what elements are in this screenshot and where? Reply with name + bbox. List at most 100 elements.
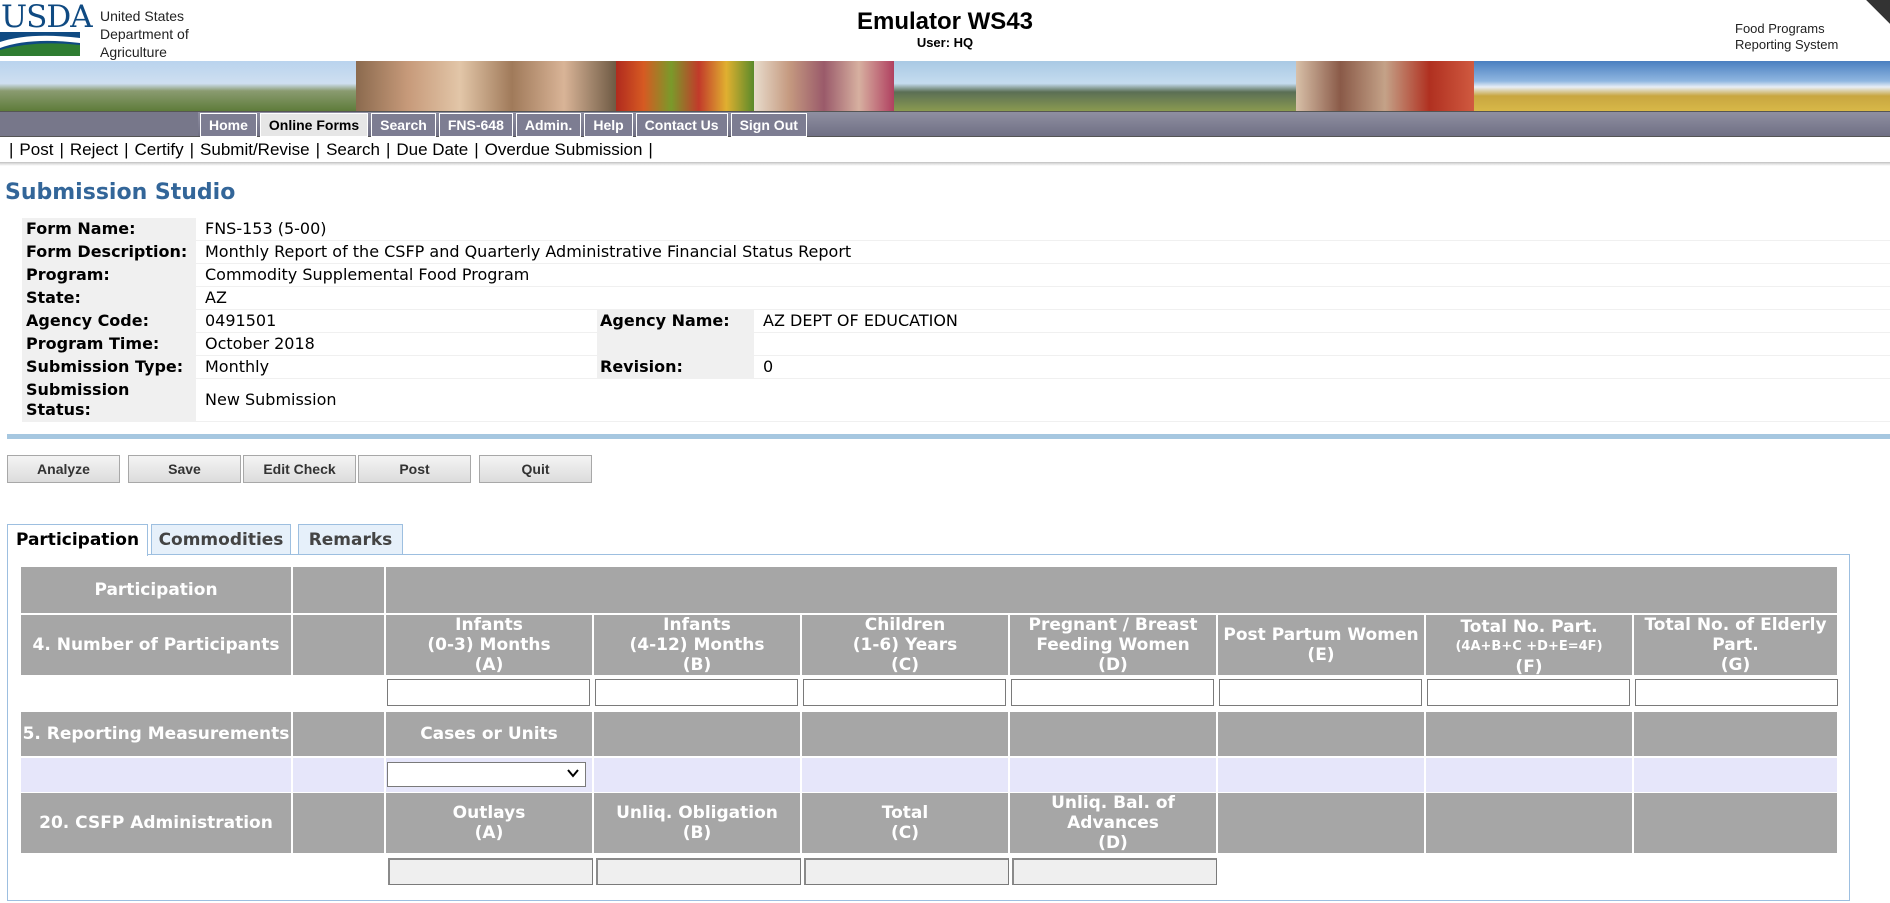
admin-header-row: 20. CSFP Administration Outlays (A) Unli… — [21, 793, 1837, 853]
nav-home[interactable]: Home — [200, 113, 257, 137]
link-submit-revise[interactable]: Submit/Revise — [200, 140, 310, 159]
nav-sign-out[interactable]: Sign Out — [730, 113, 807, 137]
col-heading-line: (B) — [682, 823, 712, 843]
analyze-button[interactable]: Analyze — [7, 455, 120, 483]
edit-check-button[interactable]: Edit Check — [243, 455, 356, 483]
total-participants-input[interactable] — [1427, 679, 1630, 706]
nav-contact-us[interactable]: Contact Us — [635, 113, 728, 137]
save-button[interactable]: Save — [128, 455, 241, 483]
revision-value: 0 — [763, 357, 774, 376]
empty-cell — [293, 758, 386, 792]
participants-input-row — [21, 675, 1838, 711]
post-button[interactable]: Post — [358, 455, 471, 483]
nav-help[interactable]: Help — [584, 113, 633, 137]
banner-people-image — [754, 61, 894, 111]
pregnant-breastfeeding-input[interactable] — [1011, 679, 1214, 706]
tab-remarks[interactable]: Remarks — [298, 524, 403, 555]
link-due-date[interactable]: Due Date — [396, 140, 468, 159]
unliq-bal-advances-field[interactable] — [1012, 858, 1217, 885]
empty-cell — [1010, 758, 1218, 792]
submission-type-value: Monthly — [205, 357, 270, 376]
main-nav: Home Online Forms Search FNS-648 Admin. … — [0, 111, 1890, 137]
separator: | — [474, 140, 479, 159]
empty-cell — [1426, 793, 1634, 853]
empty-cell — [594, 758, 802, 792]
children-input[interactable] — [803, 679, 1006, 706]
col-heading-line: (C) — [890, 655, 919, 675]
unliq-obligation-field[interactable] — [596, 858, 801, 885]
col-heading-line: (0-3) Months — [427, 635, 551, 655]
empty-cell — [21, 758, 293, 792]
form-info: Form Name: FNS-153 (5-00) Form Descripti… — [22, 218, 1890, 422]
col-post-partum: Post Partum Women (E) — [1218, 615, 1426, 675]
empty-cell — [293, 712, 386, 756]
form-description-label: Form Description: — [22, 241, 196, 263]
info-row-agency: Agency Code: 0491501 Agency Name: AZ DEP… — [22, 310, 1890, 333]
separator: | — [385, 140, 391, 159]
empty-cell — [1426, 758, 1634, 792]
banner-mountain-image — [894, 61, 1296, 111]
agency-code-label: Agency Code: — [22, 310, 196, 332]
system-name: Food Programs Reporting System — [1735, 21, 1838, 53]
agency-name-label: Agency Name: — [597, 310, 754, 332]
total-elderly-input[interactable] — [1635, 679, 1838, 706]
nav-online-forms[interactable]: Online Forms — [259, 113, 369, 137]
cases-or-units-select[interactable] — [387, 762, 586, 787]
link-overdue-submission[interactable]: Overdue Submission — [485, 140, 643, 159]
col-heading-line: Children — [864, 615, 946, 635]
reporting-label: 5. Reporting Measurements — [21, 712, 293, 756]
admin-input-row — [21, 853, 1837, 887]
col-heading-line: Infants — [455, 615, 523, 635]
submission-status-label: Submission Status: — [22, 379, 196, 421]
col-unliq-bal-advances: Unliq. Bal. of Advances (D) — [1010, 793, 1218, 853]
infants-0-3-input[interactable] — [387, 679, 590, 706]
col-heading-line: Advances — [1067, 813, 1159, 833]
form-name-value: FNS-153 (5-00) — [205, 219, 327, 238]
post-partum-input[interactable] — [1219, 679, 1422, 706]
col-heading-line: (A) — [474, 655, 504, 675]
banner-vegetables-image — [616, 61, 754, 111]
col-heading-line: Pregnant / Breast — [1028, 615, 1198, 635]
program-time-label: Program Time: — [22, 333, 196, 355]
nav-admin[interactable]: Admin. — [515, 113, 582, 137]
submission-status-value: New Submission — [205, 390, 337, 409]
info-row-program: Program: Commodity Supplemental Food Pro… — [22, 264, 1890, 287]
nav-search[interactable]: Search — [371, 113, 436, 137]
col-heading-line: (G) — [1720, 655, 1751, 675]
col-heading-line: (B) — [682, 655, 712, 675]
col-outlays: Outlays (A) — [386, 793, 594, 853]
outlays-field[interactable] — [388, 858, 593, 885]
separator: | — [9, 140, 14, 159]
col-heading-line: (A) — [474, 823, 504, 843]
tab-commodities[interactable]: Commodities — [151, 524, 291, 555]
empty-cell — [1634, 793, 1837, 853]
submission-type-label: Submission Type: — [22, 356, 196, 378]
empty-cell — [293, 615, 386, 675]
link-certify[interactable]: Certify — [134, 140, 183, 159]
infants-4-12-input[interactable] — [595, 679, 798, 706]
link-search[interactable]: Search — [326, 140, 380, 159]
empty-cell — [802, 758, 1010, 792]
quit-button[interactable]: Quit — [479, 455, 592, 483]
link-reject[interactable]: Reject — [70, 140, 118, 159]
col-heading-line: (D) — [1098, 655, 1128, 675]
header: USDA United States Department of Agricul… — [0, 0, 1890, 60]
empty-cell — [293, 567, 386, 613]
col-heading-line: (D) — [1098, 833, 1128, 853]
tab-participation[interactable]: Participation — [7, 524, 148, 556]
col-heading-line: Post Partum Women — [1223, 625, 1419, 645]
separator: | — [124, 140, 129, 159]
col-children: Children (1-6) Years (C) — [802, 615, 1010, 675]
info-row-state: State: AZ — [22, 287, 1890, 310]
app-title: Emulator WS43 — [856, 8, 1034, 35]
program-time-value: October 2018 — [205, 334, 315, 353]
reporting-header-row: 5. Reporting Measurements Cases or Units — [21, 712, 1837, 756]
col-total-elderly: Total No. of Elderly Part. (G) — [1634, 615, 1837, 675]
total-field[interactable] — [804, 858, 1009, 885]
separator: | — [189, 140, 195, 159]
page-corner-icon — [1866, 0, 1890, 24]
link-post[interactable]: Post — [19, 140, 53, 159]
col-heading-line: Unliq. Obligation — [616, 803, 778, 823]
empty-cell — [1426, 712, 1634, 756]
nav-fns-648[interactable]: FNS-648 — [438, 113, 513, 137]
